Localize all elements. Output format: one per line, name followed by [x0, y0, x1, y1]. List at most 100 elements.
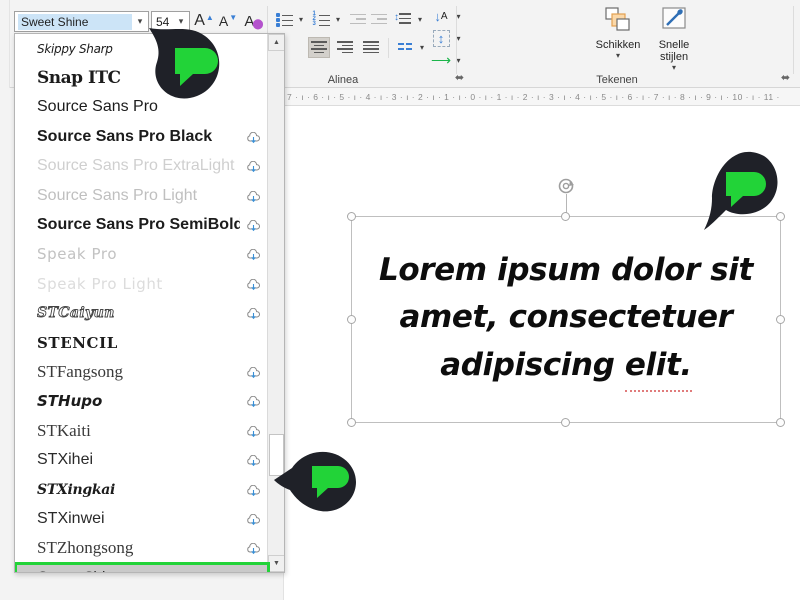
- columns-icon: [397, 42, 413, 53]
- font-list-item[interactable]: Sweet Shine: [15, 562, 270, 572]
- textbox-content[interactable]: Lorem ipsum dolor sit amet, consectetuer…: [352, 217, 780, 422]
- word-window: Sweet Shine ▾ 54 ▾ A ▲ A ▼ A ⬤ ▾ 1 2 3 ▾…: [0, 0, 800, 600]
- textbox-line-1: Lorem ipsum dolor sit: [379, 252, 753, 289]
- textbox-line-3-text: adipiscing: [440, 346, 615, 383]
- scroll-up-button[interactable]: ▲: [268, 34, 284, 51]
- caret-down-icon: ▼: [229, 12, 238, 22]
- font-list-item[interactable]: STXingkai: [15, 475, 269, 504]
- font-list-item[interactable]: Speak Pro: [15, 240, 269, 269]
- cloud-download-icon[interactable]: [246, 366, 261, 379]
- rotation-handle[interactable]: [557, 177, 575, 195]
- font-list-item[interactable]: Source Sans Pro SemiBold: [15, 210, 269, 239]
- font-list-item[interactable]: STZhongsong: [15, 534, 269, 563]
- columns-dropdown[interactable]: ▾: [416, 37, 428, 58]
- font-name-combo[interactable]: Sweet Shine ▾: [14, 11, 149, 32]
- align-text-icon: ↕: [432, 29, 450, 47]
- paragraph-group-label: Alinea: [327, 74, 359, 86]
- inner-separator: [388, 38, 389, 58]
- scroll-down-button[interactable]: ▼: [268, 555, 284, 572]
- font-list-item[interactable]: STXinwei: [15, 504, 269, 533]
- clear-formatting-button[interactable]: A ⬤: [242, 9, 266, 33]
- updown-arrow-icon: ↕: [394, 12, 399, 23]
- font-list-item[interactable]: STKaiti: [15, 416, 269, 445]
- font-list[interactable]: Skippy Sharp Snap ITC Source Sans Pro Sourc…: [15, 34, 270, 572]
- line-spacing-dropdown[interactable]: ▾: [414, 9, 426, 29]
- font-list-item-name: STENCIL: [37, 333, 118, 352]
- cloud-download-icon[interactable]: [246, 395, 261, 408]
- cloud-download-icon[interactable]: [246, 484, 261, 496]
- cloud-download-icon[interactable]: [246, 425, 261, 437]
- numbering-dropdown[interactable]: ▾: [332, 9, 344, 29]
- quick-styles-label: Snelle stijlen: [658, 39, 690, 63]
- cloud-download-icon[interactable]: [246, 454, 261, 467]
- arrange-icon: [603, 6, 633, 37]
- chevron-down-icon[interactable]: ▾: [616, 51, 620, 60]
- align-center-button[interactable]: [308, 37, 330, 58]
- quick-styles-button[interactable]: Snelle stijlen ▾: [646, 6, 702, 72]
- justify-icon: [363, 41, 379, 54]
- font-list-item-name: STZhongsong: [37, 538, 134, 558]
- resize-handle-bottom-left[interactable]: [347, 418, 356, 427]
- resize-handle-top-center[interactable]: [561, 212, 570, 221]
- font-list-item-name: Source Sans Pro Light: [37, 186, 198, 204]
- resize-handle-bottom-right[interactable]: [776, 418, 785, 427]
- increase-indent-icon: [371, 13, 387, 26]
- bullets-icon: [275, 12, 293, 27]
- font-dropdown-list[interactable]: Skippy Sharp Snap ITC Source Sans Pro Sourc…: [14, 33, 285, 573]
- chevron-down-icon: ▾: [417, 14, 422, 24]
- font-list-item-name: STFangsong: [37, 361, 123, 381]
- font-list-item-name: STXihei: [37, 451, 94, 469]
- font-list-item[interactable]: STFangsong: [15, 357, 269, 386]
- bullets-dropdown[interactable]: ▾: [295, 9, 307, 29]
- align-text-button[interactable]: ↕: [430, 27, 452, 49]
- textbox-line-3: adipiscing elit.: [440, 342, 692, 392]
- resize-handle-middle-left[interactable]: [347, 314, 356, 324]
- font-list-item[interactable]: STCaiyun: [15, 299, 269, 328]
- resize-handle-middle-right[interactable]: [776, 314, 785, 324]
- font-list-item[interactable]: Speak Pro Light: [15, 269, 269, 298]
- align-right-button[interactable]: [334, 37, 356, 58]
- font-list-item-name: Speak Pro Light: [37, 274, 163, 293]
- resize-handle-bottom-center[interactable]: [561, 418, 570, 427]
- horizontal-ruler[interactable]: 7 · ı · 6 · ı · 5 · ı · 4 · ı · 3 · ı · …: [283, 88, 800, 106]
- font-name-value[interactable]: Sweet Shine: [18, 13, 132, 30]
- ribbon-group-drawing: A: [457, 0, 800, 88]
- convert-smartart-button[interactable]: ⟶: [430, 49, 452, 71]
- cloud-download-icon[interactable]: [246, 278, 261, 290]
- selected-textbox[interactable]: Lorem ipsum dolor sit amet, consectetuer…: [347, 178, 785, 427]
- font-list-item[interactable]: STXihei: [15, 445, 269, 474]
- decrease-indent-button[interactable]: [348, 9, 368, 29]
- chevron-down-icon[interactable]: ▾: [672, 63, 676, 72]
- align-center-icon: [311, 41, 327, 54]
- eraser-icon: ⬤: [252, 18, 264, 30]
- increase-indent-button[interactable]: [369, 9, 389, 29]
- columns-button[interactable]: [395, 37, 415, 58]
- font-list-item[interactable]: STHupo: [15, 387, 269, 416]
- ribbon-group-paragraph: ▾ 123 ▾ ↕ ▾ ▾ ↓ A ▾ ↕ ▾ ⟶ ▾ Alinea ⬌: [268, 0, 464, 88]
- font-list-item[interactable]: STENCIL: [15, 328, 269, 357]
- cloud-download-icon[interactable]: [246, 160, 261, 173]
- cloud-download-icon[interactable]: [246, 248, 261, 261]
- font-list-item[interactable]: Source Sans Pro Black: [15, 122, 269, 151]
- arrange-button[interactable]: Schikken ▾: [590, 6, 646, 66]
- justify-button[interactable]: [360, 37, 382, 58]
- font-list-item-name: STHupo: [37, 392, 103, 411]
- callout-pin-textbox: [700, 148, 790, 238]
- resize-handle-top-left[interactable]: [347, 212, 356, 221]
- cloud-download-icon[interactable]: [246, 219, 261, 232]
- font-list-item[interactable]: Source Sans Pro ExtraLight: [15, 152, 269, 181]
- font-list-item[interactable]: Source Sans Pro Light: [15, 181, 269, 210]
- drawing-dialog-launcher[interactable]: ⬌: [779, 72, 792, 85]
- cloud-download-icon[interactable]: [246, 190, 261, 202]
- cloud-download-icon[interactable]: [246, 513, 261, 526]
- cloud-download-icon[interactable]: [246, 542, 261, 555]
- quick-styles-icon: [659, 6, 689, 37]
- text-direction-button[interactable]: ↓ A: [430, 5, 452, 27]
- cloud-download-icon[interactable]: [246, 131, 261, 143]
- numbering-button[interactable]: 123: [311, 9, 331, 29]
- cloud-download-icon[interactable]: [246, 307, 261, 320]
- line-spacing-button[interactable]: ↕: [392, 9, 413, 29]
- font-list-item-name: STXinwei: [37, 509, 105, 527]
- arrange-label: Schikken: [595, 39, 641, 51]
- bullets-button[interactable]: [274, 9, 294, 29]
